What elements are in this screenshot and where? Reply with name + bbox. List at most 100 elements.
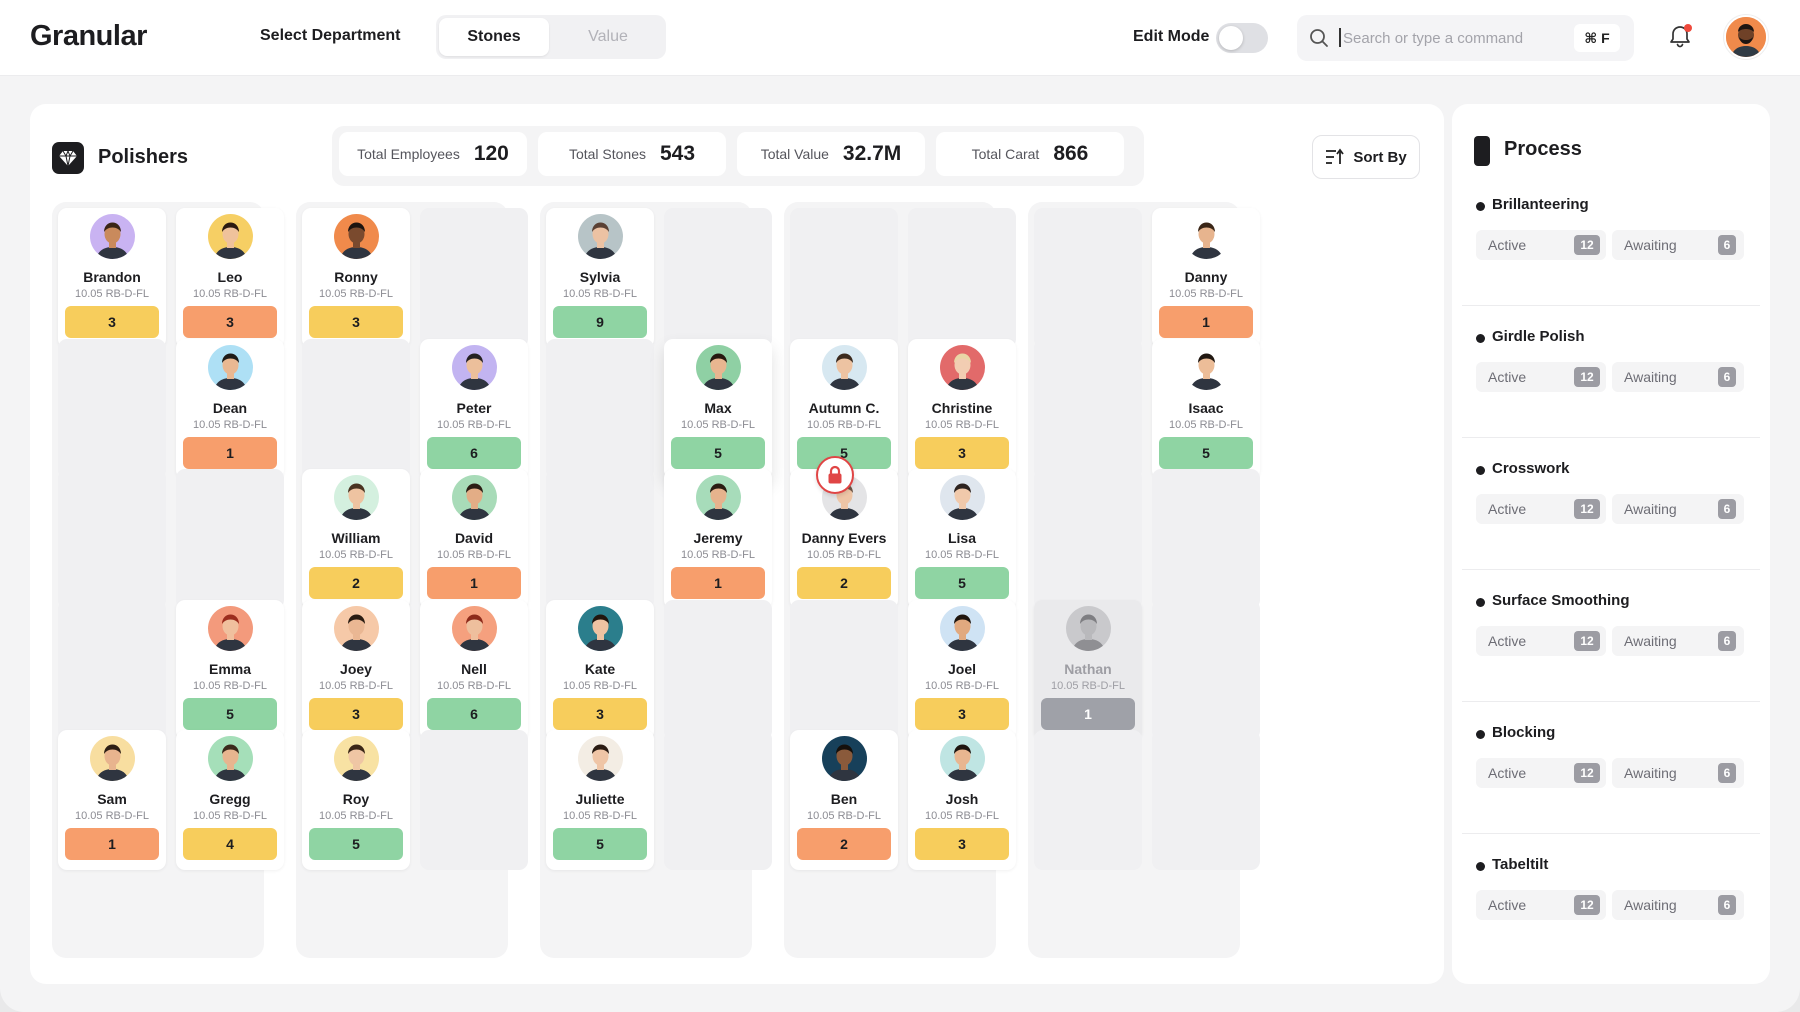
active-pill[interactable]: Active 12 (1476, 362, 1606, 392)
employee-card[interactable]: Emma 10.05 RB-D-FL 5 (176, 599, 284, 740)
empty-slot[interactable] (664, 730, 772, 870)
employee-card[interactable]: Gregg 10.05 RB-D-FL 4 (176, 730, 284, 870)
empty-slot[interactable] (1034, 469, 1142, 609)
awaiting-pill[interactable]: Awaiting 6 (1612, 890, 1744, 920)
empty-slot[interactable] (420, 730, 528, 870)
active-pill[interactable]: Active 12 (1476, 230, 1606, 260)
stone-count-badge[interactable]: 3 (915, 697, 1009, 730)
empty-slot[interactable] (58, 338, 166, 479)
empty-slot[interactable] (176, 469, 284, 609)
stone-count-badge[interactable]: 1 (671, 567, 765, 599)
employee-card[interactable]: Lisa 10.05 RB-D-FL 5 (908, 469, 1016, 609)
employee-card[interactable]: Dean 10.05 RB-D-FL 1 (176, 338, 284, 479)
stone-count-badge[interactable]: 6 (427, 697, 521, 730)
employee-card[interactable]: Juliette 10.05 RB-D-FL 5 (546, 730, 654, 870)
empty-slot[interactable] (664, 599, 772, 740)
process-item[interactable]: Crosswork Active 12 Awaiting 6 (1462, 438, 1760, 570)
employee-card[interactable]: Joey 10.05 RB-D-FL 3 (302, 599, 410, 740)
notifications-button[interactable] (1666, 23, 1694, 51)
tab-stones[interactable]: Stones (439, 18, 549, 56)
employee-card[interactable]: Roy 10.05 RB-D-FL 5 (302, 730, 410, 870)
stone-count-badge[interactable]: 5 (915, 567, 1009, 599)
stone-count-badge[interactable]: 5 (671, 436, 765, 469)
process-item[interactable]: Surface Smoothing Active 12 Awaiting 6 (1462, 570, 1760, 702)
empty-slot[interactable] (58, 469, 166, 609)
empty-slot[interactable] (1152, 599, 1260, 740)
awaiting-pill[interactable]: Awaiting 6 (1612, 362, 1744, 392)
stone-count-badge[interactable]: 3 (183, 306, 277, 338)
tab-value[interactable]: Value (553, 18, 663, 56)
employee-card[interactable]: Danny 10.05 RB-D-FL 1 (1152, 208, 1260, 348)
edit-mode-toggle[interactable] (1216, 23, 1268, 53)
stone-count-badge[interactable]: 3 (915, 828, 1009, 860)
employee-card[interactable]: Josh 10.05 RB-D-FL 3 (908, 730, 1016, 870)
employee-card[interactable]: Brandon 10.05 RB-D-FL 3 (58, 208, 166, 348)
active-pill[interactable]: Active 12 (1476, 494, 1606, 524)
empty-slot[interactable] (1034, 338, 1142, 479)
stone-count-badge[interactable]: 1 (1041, 697, 1135, 730)
employee-card[interactable]: Jeremy 10.05 RB-D-FL 1 (664, 469, 772, 609)
stone-count-badge[interactable]: 2 (797, 567, 891, 599)
process-item[interactable]: Girdle Polish Active 12 Awaiting 6 (1462, 306, 1760, 438)
stone-count-badge[interactable]: 1 (427, 567, 521, 599)
active-pill[interactable]: Active 12 (1476, 758, 1606, 788)
employee-card[interactable]: Leo 10.05 RB-D-FL 3 (176, 208, 284, 348)
stone-count-badge[interactable]: 5 (1159, 436, 1253, 469)
employee-card[interactable]: Nell 10.05 RB-D-FL 6 (420, 599, 528, 740)
empty-slot[interactable] (58, 599, 166, 740)
stone-count-badge[interactable]: 5 (309, 828, 403, 860)
stone-count-badge[interactable]: 6 (427, 436, 521, 469)
empty-slot[interactable] (1034, 730, 1142, 870)
stone-count-badge[interactable]: 9 (553, 306, 647, 338)
employee-card[interactable]: Ben 10.05 RB-D-FL 2 (790, 730, 898, 870)
active-pill[interactable]: Active 12 (1476, 890, 1606, 920)
empty-slot[interactable] (302, 338, 410, 479)
empty-slot[interactable] (790, 208, 898, 348)
empty-slot[interactable] (664, 208, 772, 348)
stone-count-badge[interactable]: 2 (797, 828, 891, 860)
stone-count-badge[interactable]: 4 (183, 828, 277, 860)
employee-card[interactable]: Max 10.05 RB-D-FL 5 (664, 338, 772, 479)
app-logo[interactable]: Granular (30, 20, 147, 53)
stone-count-badge[interactable]: 1 (1159, 306, 1253, 338)
stone-count-badge[interactable]: 1 (183, 436, 277, 469)
stone-count-badge[interactable]: 5 (553, 828, 647, 860)
empty-slot[interactable] (546, 469, 654, 609)
employee-card[interactable]: Joel 10.05 RB-D-FL 3 (908, 599, 1016, 740)
awaiting-pill[interactable]: Awaiting 6 (1612, 230, 1744, 260)
process-item[interactable]: Tabeltilt Active 12 Awaiting 6 (1462, 834, 1760, 966)
search-box[interactable]: ⌘ F (1297, 15, 1634, 61)
stone-count-badge[interactable]: 3 (915, 436, 1009, 469)
employee-card[interactable]: Ronny 10.05 RB-D-FL 3 (302, 208, 410, 348)
stone-count-badge[interactable]: 1 (65, 828, 159, 860)
awaiting-pill[interactable]: Awaiting 6 (1612, 626, 1744, 656)
stone-count-badge[interactable]: 3 (65, 306, 159, 338)
employee-card[interactable]: Sylvia 10.05 RB-D-FL 9 (546, 208, 654, 348)
stone-count-badge[interactable]: 3 (553, 697, 647, 730)
empty-slot[interactable] (420, 208, 528, 348)
empty-slot[interactable] (1034, 208, 1142, 348)
empty-slot[interactable] (1152, 730, 1260, 870)
stone-count-badge[interactable]: 2 (309, 567, 403, 599)
awaiting-pill[interactable]: Awaiting 6 (1612, 758, 1744, 788)
empty-slot[interactable] (908, 208, 1016, 348)
sort-by-button[interactable]: Sort By (1312, 135, 1420, 179)
employee-card[interactable]: Kate 10.05 RB-D-FL 3 (546, 599, 654, 740)
employee-card[interactable]: Sam 10.05 RB-D-FL 1 (58, 730, 166, 870)
lock-icon[interactable] (816, 456, 854, 494)
stone-count-badge[interactable]: 3 (309, 697, 403, 730)
stone-count-badge[interactable]: 5 (183, 697, 277, 730)
active-pill[interactable]: Active 12 (1476, 626, 1606, 656)
search-input[interactable] (1343, 25, 1563, 51)
stone-count-badge[interactable]: 3 (309, 306, 403, 338)
employee-card[interactable]: Nathan 10.05 RB-D-FL 1 (1034, 599, 1142, 740)
empty-slot[interactable] (790, 599, 898, 740)
empty-slot[interactable] (546, 338, 654, 479)
process-item[interactable]: Blocking Active 12 Awaiting 6 (1462, 702, 1760, 834)
user-avatar[interactable] (1724, 15, 1768, 59)
employee-card[interactable]: David 10.05 RB-D-FL 1 (420, 469, 528, 609)
select-department-button[interactable]: Select Department (260, 27, 401, 45)
employee-card[interactable]: William 10.05 RB-D-FL 2 (302, 469, 410, 609)
process-item[interactable]: Brillanteering Active 12 Awaiting 6 (1462, 174, 1760, 306)
employee-card[interactable]: Isaac 10.05 RB-D-FL 5 (1152, 338, 1260, 479)
